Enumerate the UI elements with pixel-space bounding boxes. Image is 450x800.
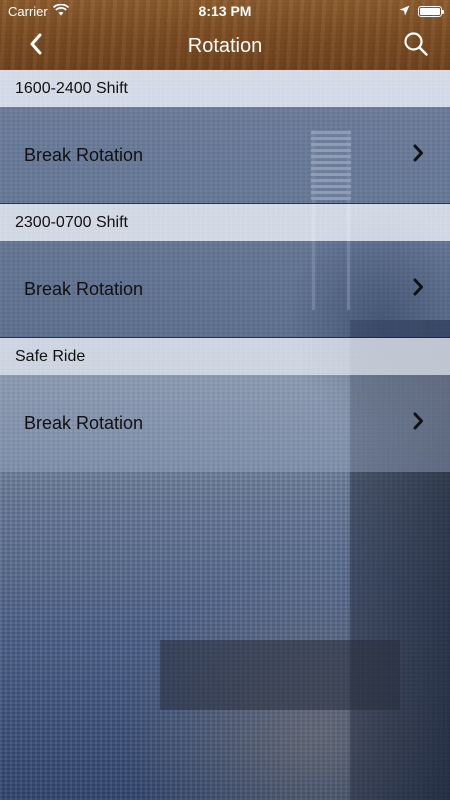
list-item[interactable]: Break Rotation [0, 241, 450, 338]
section-header: 2300-0700 Shift [0, 204, 450, 241]
search-icon [403, 31, 429, 62]
search-button[interactable] [400, 30, 432, 62]
chevron-right-icon [412, 412, 424, 435]
status-left: Carrier [8, 3, 158, 19]
chevron-left-icon [29, 33, 43, 60]
status-time: 8:13 PM [198, 3, 252, 19]
battery-icon [418, 5, 444, 17]
battery-fill [420, 7, 440, 15]
page-title: Rotation [187, 34, 263, 57]
list-item-label: Break Rotation [24, 278, 144, 299]
chevron-right-icon [412, 144, 424, 167]
location-arrow-icon [399, 4, 410, 19]
list-item[interactable]: Break Rotation [0, 107, 450, 204]
list-item[interactable]: Break Rotation [0, 375, 450, 472]
status-right [292, 4, 444, 19]
wifi-icon [52, 3, 69, 19]
rotation-list: 1600-2400 Shift Break Rotation 2300-0700… [0, 70, 450, 472]
list-item-label: Break Rotation [24, 144, 144, 165]
carrier-label: Carrier [8, 3, 48, 19]
list-item-label: Break Rotation [24, 413, 144, 433]
status-bar: Carrier 8:13 PM [0, 0, 450, 22]
stage [160, 640, 400, 710]
section-header: Safe Ride [0, 338, 450, 375]
nav-content: Rotation [0, 22, 450, 70]
navigation-bar: Carrier 8:13 PM Rotation [0, 0, 450, 70]
chevron-right-icon [412, 278, 424, 301]
section-header: 1600-2400 Shift [0, 70, 450, 107]
back-button[interactable] [20, 30, 52, 62]
